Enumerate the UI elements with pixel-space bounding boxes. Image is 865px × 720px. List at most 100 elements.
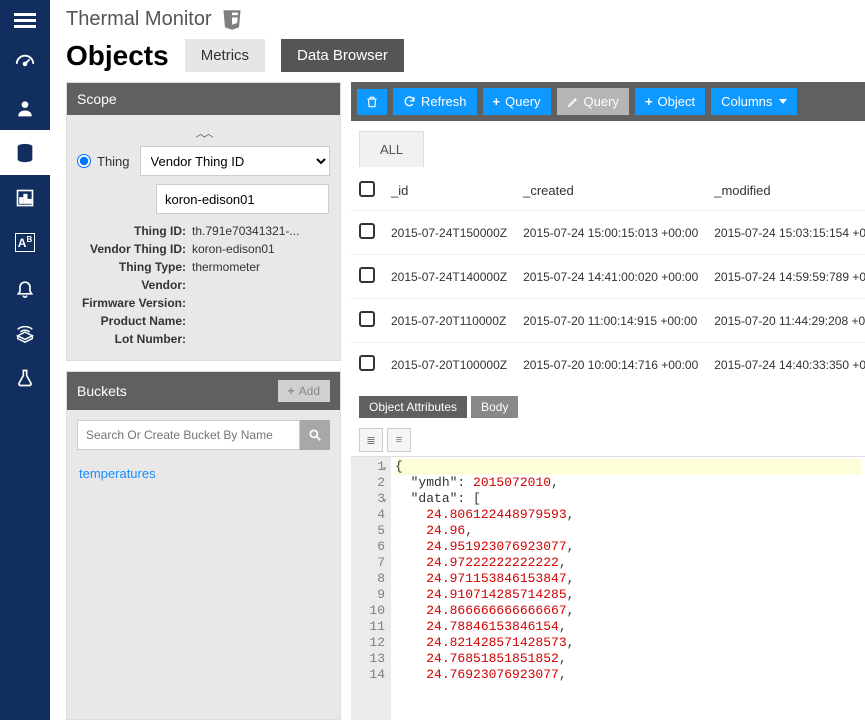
search-icon [308, 428, 322, 442]
thing-radio-input[interactable] [77, 154, 91, 168]
bucket-item-temperatures[interactable]: temperatures [67, 460, 340, 487]
table-row[interactable]: 2015-07-24T140000Z2015-07-24 14:41:00:02… [351, 255, 865, 299]
refresh-label: Refresh [421, 94, 467, 109]
cell-modified: 2015-07-24 14:40:33:350 +00:00 [706, 343, 865, 387]
cell-id: 2015-07-20T110000Z [383, 299, 515, 343]
tab-metrics[interactable]: Metrics [185, 39, 265, 72]
cell-id: 2015-07-24T140000Z [383, 255, 515, 299]
add-query-label: Query [505, 94, 540, 109]
row-checkbox[interactable] [359, 267, 375, 283]
page-header: Objects Metrics Data Browser [50, 35, 865, 82]
cell-modified: 2015-07-24 15:03:15:154 +00:00 [706, 211, 865, 255]
row-checkbox[interactable] [359, 223, 375, 239]
editor-body[interactable]: { "ymdh": 2015072010, "data": [ 24.80612… [391, 457, 865, 720]
scope-panel: Scope ︿︿ Thing Vendor Thing ID [66, 82, 341, 361]
columns-label: Columns [721, 94, 772, 109]
col-created[interactable]: _created [515, 167, 706, 211]
collapse-toggle[interactable]: ︿︿ [77, 125, 330, 140]
add-bucket-button[interactable]: + Add [278, 380, 330, 402]
cell-created: 2015-07-24 14:41:00:020 +00:00 [515, 255, 706, 299]
row-checkbox[interactable] [359, 355, 375, 371]
hamburger-icon [14, 13, 36, 28]
nav-things[interactable] [0, 310, 50, 355]
pencil-icon [567, 96, 579, 108]
col-id[interactable]: _id [383, 167, 515, 211]
compact-icon: ≡ [396, 434, 402, 446]
edit-query-label: Query [584, 94, 619, 109]
chevron-down-icon [779, 99, 787, 104]
format-compact-button[interactable]: ≡ [387, 428, 411, 452]
cell-id: 2015-07-20T100000Z [383, 343, 515, 387]
cell-modified: 2015-07-20 11:44:29:208 +00:00 [706, 299, 865, 343]
app-title: Thermal Monitor [66, 8, 212, 31]
objects-table: _id _created _modified 2015-07-24T150000… [351, 167, 865, 386]
kv-label: Vendor: [77, 278, 192, 292]
buckets-panel: Buckets + Add temperatur [66, 371, 341, 720]
tab-data-browser[interactable]: Data Browser [281, 39, 404, 72]
row-checkbox[interactable] [359, 311, 375, 327]
col-modified[interactable]: _modified [706, 167, 865, 211]
bell-icon [15, 278, 35, 298]
edit-query-button[interactable]: Query [557, 88, 629, 115]
kv-label: Product Name: [77, 314, 192, 328]
kv-label: Vendor Thing ID: [77, 242, 192, 256]
refresh-button[interactable]: Refresh [393, 88, 477, 115]
nav-data[interactable] [0, 130, 50, 175]
nav-lab[interactable] [0, 355, 50, 400]
delete-button[interactable] [357, 89, 387, 115]
bucket-search-input[interactable] [77, 420, 300, 450]
cell-modified: 2015-07-24 14:59:59:789 +00:00 [706, 255, 865, 299]
tab-body[interactable]: Body [471, 396, 518, 418]
thing-radio-label: Thing [97, 154, 130, 169]
plus-icon: + [645, 94, 653, 109]
nav-analytics[interactable] [0, 175, 50, 220]
tab-object-attributes[interactable]: Object Attributes [359, 396, 467, 418]
kv-value: th.791e70341321-... [192, 224, 299, 238]
data-toolbar: Refresh + Query Query + Object [351, 82, 865, 121]
thing-radio[interactable]: Thing [77, 154, 130, 169]
nav-notifications[interactable] [0, 265, 50, 310]
flask-icon [15, 368, 35, 388]
add-object-label: Object [658, 94, 696, 109]
nav-ab[interactable]: AB [0, 220, 50, 265]
vendor-thing-select[interactable]: Vendor Thing ID [140, 146, 330, 176]
bucket-search-button[interactable] [300, 420, 330, 450]
nav-dashboard[interactable] [0, 40, 50, 85]
user-icon [15, 98, 35, 118]
cell-created: 2015-07-20 10:00:14:716 +00:00 [515, 343, 706, 387]
thing-id-input[interactable] [156, 184, 329, 214]
nav-users[interactable] [0, 85, 50, 130]
add-object-button[interactable]: + Object [635, 88, 705, 115]
html5-icon [222, 9, 242, 31]
json-editor[interactable]: 1▾23▾4567891011121314 { "ymdh": 20150720… [351, 456, 865, 720]
kv-label: Firmware Version: [77, 296, 192, 310]
add-query-button[interactable]: + Query [483, 88, 551, 115]
chart-icon [15, 188, 35, 208]
filter-tab-all[interactable]: ALL [359, 131, 424, 167]
nav-rail: AB [0, 0, 50, 720]
indent-icon: ≣ [366, 434, 375, 447]
menu-button[interactable] [0, 0, 50, 40]
kv-label: Thing Type: [77, 260, 192, 274]
select-all-checkbox[interactable] [359, 181, 375, 197]
scope-panel-title: Scope [67, 83, 340, 115]
wifi-box-icon [14, 322, 36, 344]
table-row[interactable]: 2015-07-24T150000Z2015-07-24 15:00:15:01… [351, 211, 865, 255]
header: Thermal Monitor [50, 0, 865, 35]
add-bucket-label: Add [299, 384, 320, 398]
cell-created: 2015-07-24 15:00:15:013 +00:00 [515, 211, 706, 255]
kv-value: koron-edison01 [192, 242, 275, 256]
format-indent-button[interactable]: ≣ [359, 428, 383, 452]
trash-icon [365, 95, 379, 109]
table-row[interactable]: 2015-07-20T100000Z2015-07-20 10:00:14:71… [351, 343, 865, 387]
table-row[interactable]: 2015-07-20T110000Z2015-07-20 11:00:14:91… [351, 299, 865, 343]
database-icon [14, 142, 36, 164]
columns-dropdown[interactable]: Columns [711, 88, 797, 115]
cell-id: 2015-07-24T150000Z [383, 211, 515, 255]
kv-value: thermometer [192, 260, 260, 274]
buckets-panel-title: Buckets [77, 383, 127, 399]
plus-icon: + [493, 94, 501, 109]
page-title: Objects [66, 40, 169, 72]
dashboard-icon [14, 52, 36, 74]
cell-created: 2015-07-20 11:00:14:915 +00:00 [515, 299, 706, 343]
